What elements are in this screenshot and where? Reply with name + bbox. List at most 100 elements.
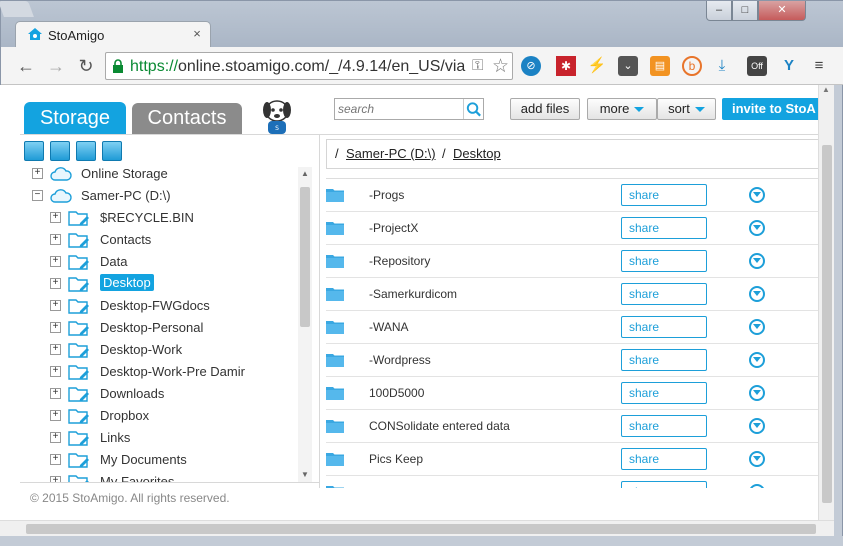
key-icon[interactable]: ⚿ (472, 57, 483, 74)
scroll-down-icon[interactable]: ▼ (301, 470, 309, 479)
expand-icon[interactable]: + (50, 410, 61, 421)
search-icon[interactable] (463, 99, 483, 119)
expand-icon[interactable]: + (50, 300, 61, 311)
page-scrollbar[interactable]: ▲ (818, 85, 834, 520)
menu-icon[interactable]: ≡ (809, 56, 829, 76)
file-row[interactable]: 100D5000 share (326, 377, 818, 410)
sort-button[interactable]: sort (657, 98, 716, 120)
bookmark-star-icon[interactable]: ☆ (492, 55, 509, 78)
share-button[interactable]: share (621, 283, 707, 305)
file-row[interactable]: -Repository share (326, 245, 818, 278)
minimize-button[interactable]: – (706, 1, 732, 21)
refresh-icon[interactable] (102, 141, 122, 161)
tree-item[interactable]: + Desktop-FWGdocs (20, 295, 310, 317)
share-button[interactable]: share (621, 217, 707, 239)
invite-button[interactable]: invite to StoA (722, 98, 818, 120)
share-button[interactable]: share (621, 415, 707, 437)
expand-icon[interactable]: + (32, 168, 43, 179)
expand-icon[interactable]: + (50, 234, 61, 245)
add-folder-icon[interactable] (50, 141, 70, 161)
address-bar[interactable]: https:// online.stoamigo.com/_/4.9.14/en… (105, 52, 513, 80)
file-name[interactable]: -Repository (369, 254, 430, 268)
page-scroll-thumb[interactable] (822, 145, 832, 503)
expand-icon[interactable]: + (50, 432, 61, 443)
file-name[interactable]: -Samerkurdicom (369, 287, 457, 301)
share-button[interactable]: share (621, 316, 707, 338)
expand-icon[interactable]: + (50, 344, 61, 355)
row-menu-icon[interactable] (749, 187, 765, 203)
expand-icon[interactable]: + (50, 388, 61, 399)
maximize-button[interactable]: □ (732, 1, 758, 21)
row-menu-icon[interactable] (749, 253, 765, 269)
row-menu-icon[interactable] (749, 418, 765, 434)
tree-item[interactable]: + Contacts (20, 229, 310, 251)
tree-item[interactable]: + Desktop-Work (20, 339, 310, 361)
file-row[interactable]: share (326, 476, 818, 488)
row-menu-icon[interactable] (749, 451, 765, 467)
collapse-icon[interactable]: − (32, 190, 43, 201)
file-row[interactable]: -Progs share (326, 179, 818, 212)
share-button[interactable]: share (621, 382, 707, 404)
browser-tab[interactable]: StoAmigo × (15, 21, 211, 47)
tree-scroll-thumb[interactable] (300, 187, 310, 327)
v-icon[interactable]: Y (779, 56, 799, 76)
tab-contacts[interactable]: Contacts (132, 103, 242, 134)
expand-icon[interactable]: + (50, 212, 61, 223)
expand-icon[interactable]: + (50, 454, 61, 465)
scroll-up-icon[interactable]: ▲ (301, 169, 309, 178)
scroll-up-icon[interactable]: ▲ (822, 85, 830, 94)
close-window-button[interactable]: ✕ (758, 1, 806, 21)
file-name[interactable]: Pics Keep (369, 452, 423, 466)
tree-item[interactable]: − Samer-PC (D:\) (20, 185, 310, 207)
share-button[interactable]: share (621, 481, 707, 488)
share-button[interactable]: share (621, 184, 707, 206)
tree-item[interactable]: + Desktop-Personal (20, 317, 310, 339)
trash-icon[interactable] (76, 141, 96, 161)
horizontal-scrollbar[interactable] (0, 520, 834, 536)
file-row[interactable]: Pics Keep share (326, 443, 818, 476)
more-button[interactable]: more (587, 98, 657, 120)
forward-icon[interactable]: → (45, 55, 67, 77)
row-menu-icon[interactable] (749, 286, 765, 302)
new-tab-button[interactable] (0, 1, 34, 17)
b-icon[interactable]: b (682, 56, 702, 76)
tree-item[interactable]: + My Documents (20, 449, 310, 471)
search-input[interactable] (335, 99, 461, 119)
bugzilla-icon[interactable]: ✱ (556, 56, 576, 76)
tree-item[interactable]: + $RECYCLE.BIN (20, 207, 310, 229)
tree-item[interactable]: + Dropbox (20, 405, 310, 427)
bolt-icon[interactable]: ⚡ (587, 56, 607, 76)
tree-scrollbar[interactable]: ▲ ▼ (298, 167, 312, 483)
file-name[interactable]: -ProjectX (369, 221, 418, 235)
tree-item[interactable]: + Data (20, 251, 310, 273)
expand-icon[interactable]: + (50, 322, 61, 333)
reload-icon[interactable]: ↻ (75, 55, 97, 77)
file-name[interactable]: CONSolidate entered data (369, 419, 510, 433)
share-button[interactable]: share (621, 448, 707, 470)
tab-storage[interactable]: Storage (24, 102, 126, 134)
expand-icon[interactable]: + (50, 256, 61, 267)
download-icon[interactable]: ⤓ (712, 56, 732, 76)
file-row[interactable]: -Samerkurdicom share (326, 278, 818, 311)
row-menu-icon[interactable] (749, 385, 765, 401)
pocket-icon[interactable]: ⌄ (618, 56, 638, 76)
row-menu-icon[interactable] (749, 352, 765, 368)
tree-item[interactable]: + Desktop (20, 273, 310, 295)
file-name[interactable]: -WANA (369, 320, 409, 334)
file-row[interactable]: -ProjectX share (326, 212, 818, 245)
add-files-button[interactable]: add files (510, 98, 580, 120)
expand-icon[interactable]: + (50, 366, 61, 377)
pane-splitter[interactable] (319, 135, 320, 488)
row-menu-icon[interactable] (749, 319, 765, 335)
file-row[interactable]: CONSolidate entered data share (326, 410, 818, 443)
tree-item[interactable]: + Desktop-Work-Pre Damir (20, 361, 310, 383)
breadcrumb-folder[interactable]: Desktop (453, 146, 501, 161)
file-row[interactable]: -WANA share (326, 311, 818, 344)
breadcrumb-drive[interactable]: Samer-PC (D:\) (346, 146, 436, 161)
expand-icon[interactable]: + (50, 278, 61, 289)
tree-item[interactable]: + Downloads (20, 383, 310, 405)
file-name[interactable]: 100D5000 (369, 386, 424, 400)
new-folder-icon[interactable] (24, 141, 44, 161)
rss-icon[interactable]: ▤ (650, 56, 670, 76)
file-name[interactable]: -Progs (369, 188, 404, 202)
